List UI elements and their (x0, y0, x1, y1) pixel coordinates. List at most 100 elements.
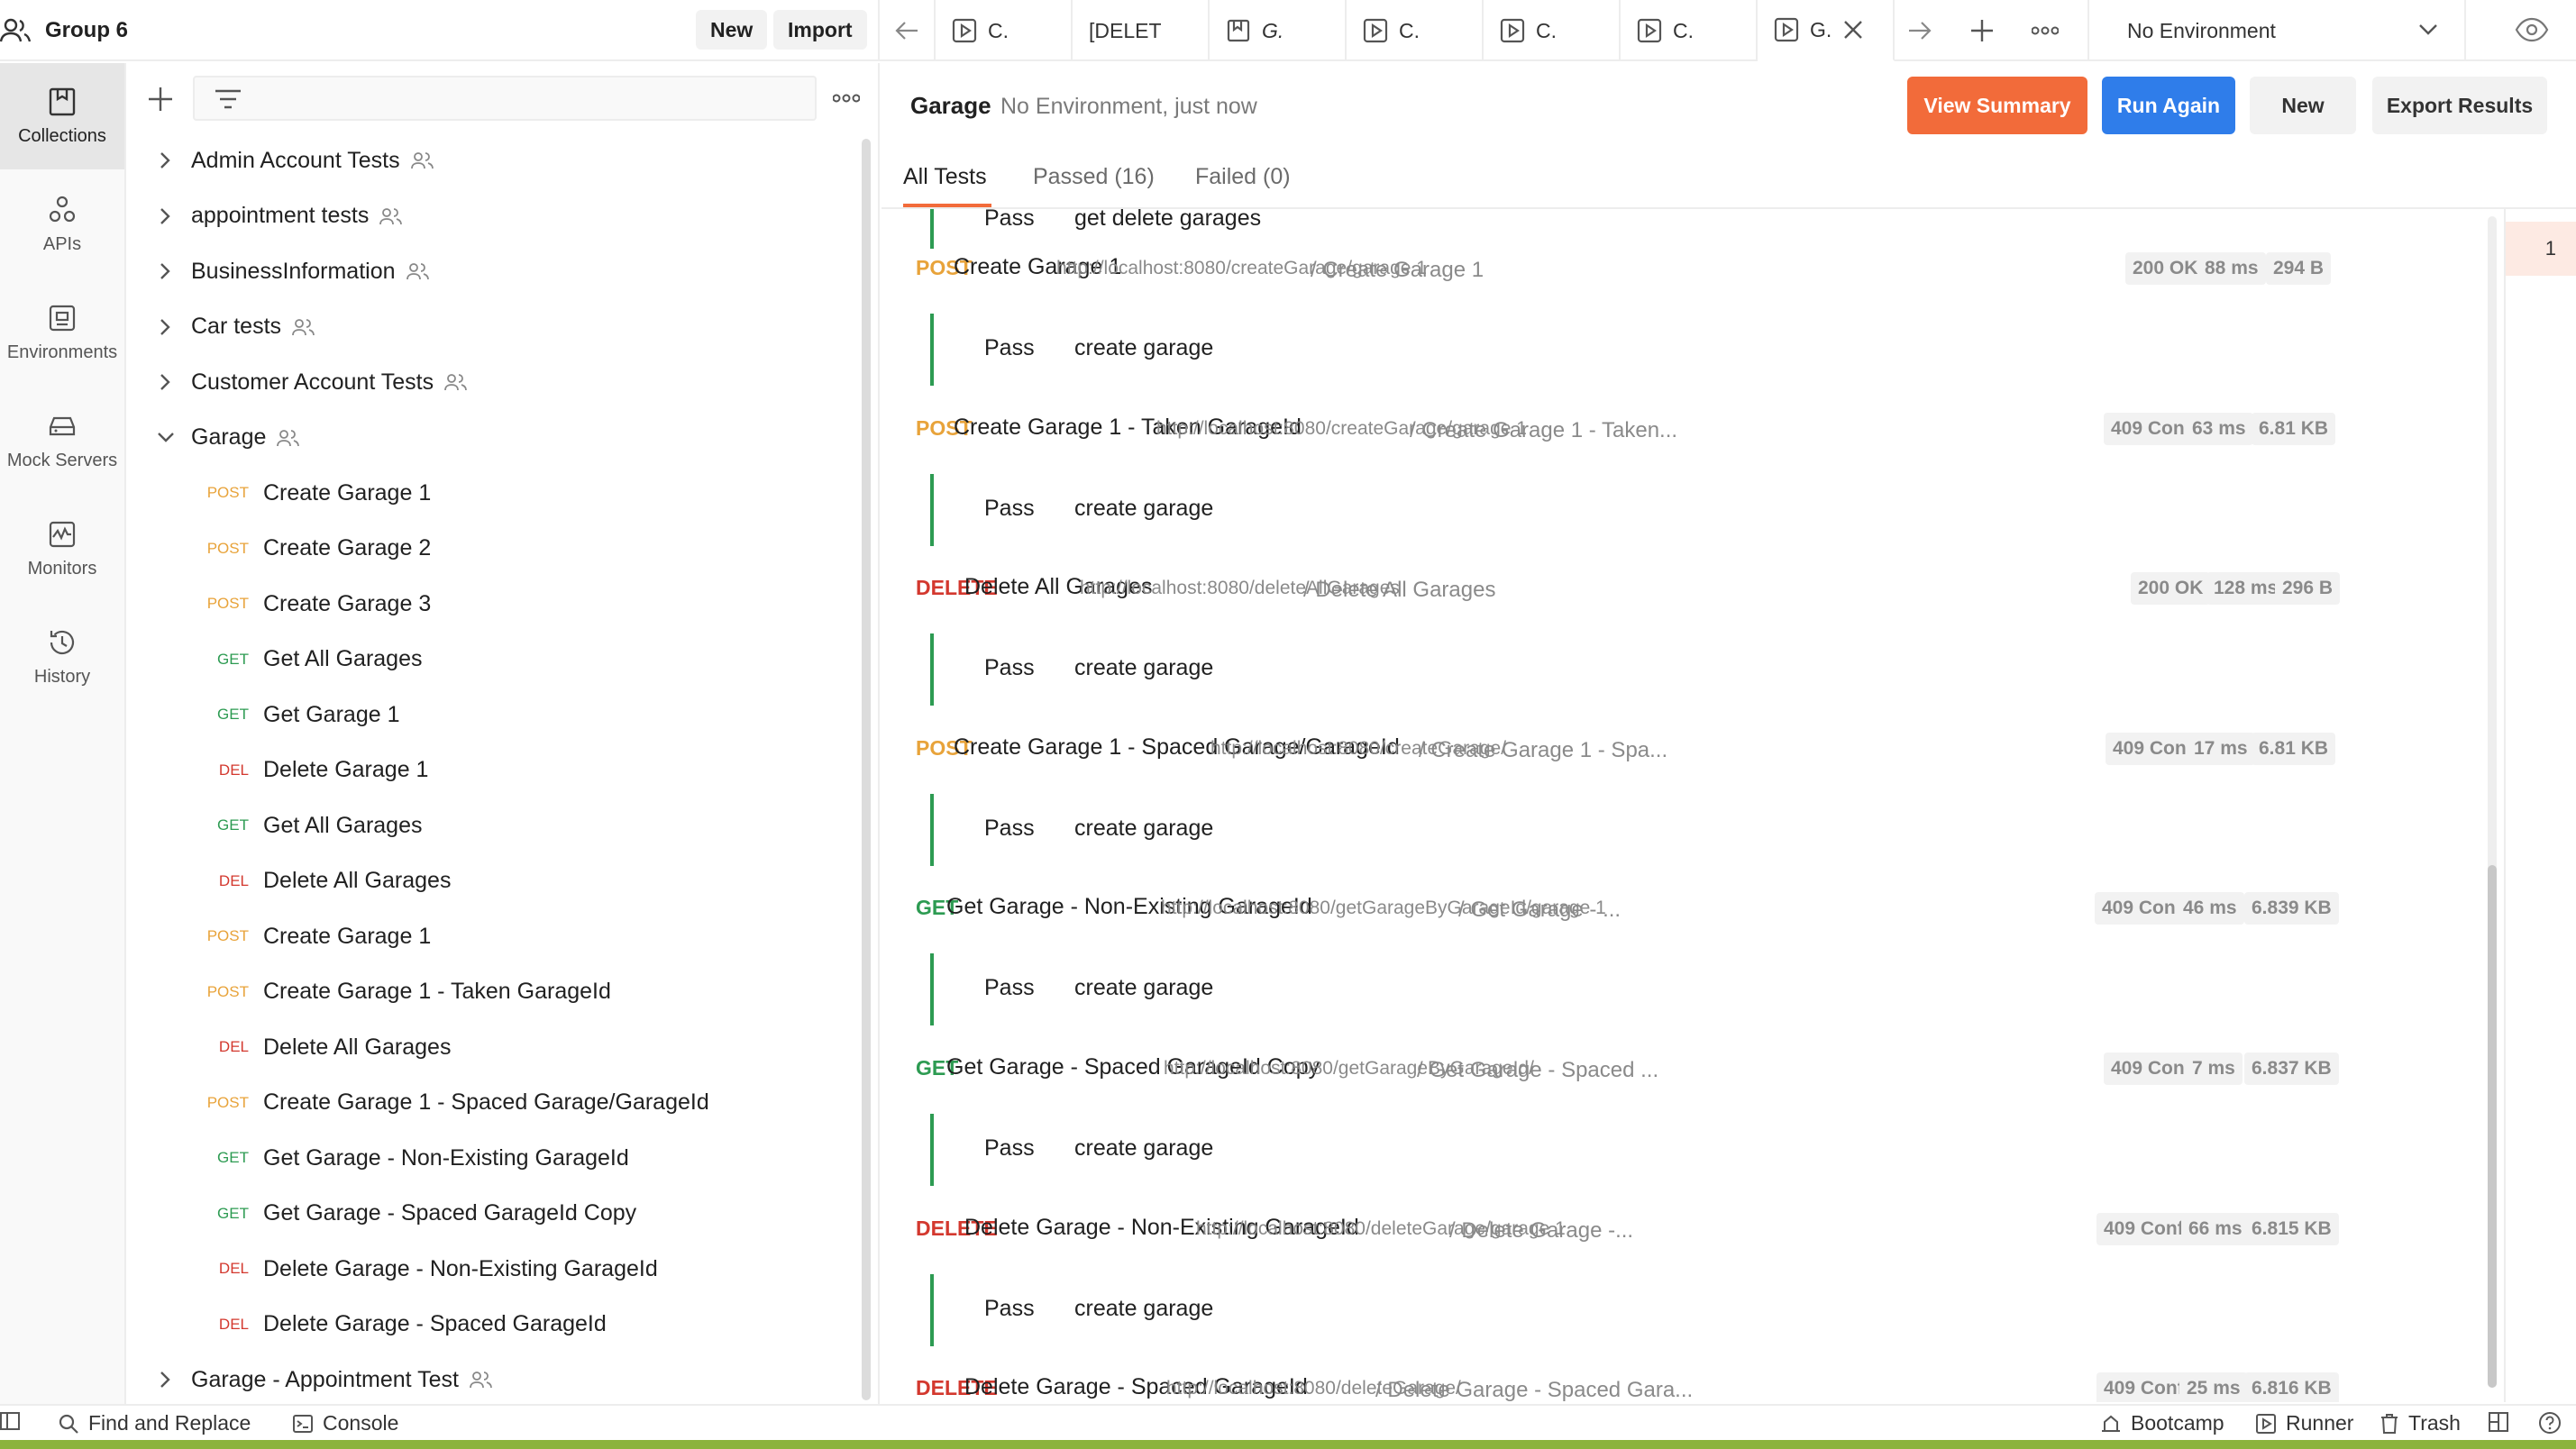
status-bar: Find and Replace Console Bootcamp Runner… (0, 1404, 2576, 1440)
chevron-right-icon[interactable] (155, 316, 175, 338)
collection-item[interactable]: Garage - Appointment Test (128, 1354, 849, 1405)
rail-label: Collections (18, 125, 106, 146)
request-item[interactable]: DEL Delete Garage - Spaced GarageId (128, 1299, 849, 1350)
results-scroll-thumb[interactable] (2488, 865, 2497, 1388)
import-button[interactable]: Import (773, 10, 867, 50)
monitors-icon (47, 519, 78, 550)
request-result-row[interactable]: POST Create Garage 1 http://localhost:8080… (916, 252, 2484, 292)
status-code-badge[interactable]: 200 OK (2125, 252, 2206, 285)
chevron-down-icon[interactable] (155, 427, 177, 447)
two-pane-icon (2488, 1411, 2509, 1433)
forward-arrow-icon[interactable] (1907, 20, 1932, 41)
request-item[interactable]: DEL Delete Garage - Non-Existing GarageId (128, 1244, 849, 1294)
request-item[interactable]: GET Get All Garages (128, 634, 849, 685)
request-item[interactable]: GET Get Garage - Non-Existing GarageId (128, 1133, 849, 1183)
tab-passed[interactable]: Passed (16) (1033, 164, 1155, 190)
tab-failed[interactable]: Failed (0) (1195, 164, 1291, 190)
new-tab-plus-icon[interactable] (1970, 19, 1994, 42)
rail-environments[interactable]: Environments (0, 279, 124, 386)
environment-select[interactable]: No Environment (2087, 0, 2466, 61)
request-result-row[interactable]: DELETE Delete All Garages http://localhost… (916, 572, 2484, 612)
test-result: Pass create garage (930, 1273, 1651, 1346)
request-item[interactable]: POST Create Garage 2 (128, 524, 849, 574)
collection-item[interactable]: Customer Account Tests (128, 357, 849, 407)
chevron-right-icon[interactable] (155, 1369, 175, 1390)
request-item[interactable]: POST Create Garage 3 (128, 579, 849, 629)
request-result-row[interactable]: POST Create Garage 1 - Taken GarageId http… (916, 412, 2484, 452)
filter-input[interactable] (193, 76, 817, 121)
chevron-right-icon[interactable] (155, 205, 175, 227)
request-result-row[interactable]: POST Create Garage 1 - Spaced Garage/Gara… (916, 732, 2484, 772)
request-item[interactable]: DEL Delete All Garages (128, 1022, 849, 1072)
sidebar-toolbar (128, 63, 878, 135)
chevron-right-icon[interactable] (155, 260, 175, 282)
bootcamp-button[interactable]: Bootcamp (2100, 1411, 2224, 1435)
run-again-button[interactable]: Run Again (2102, 77, 2235, 134)
tab-runner-active[interactable]: G. (1758, 0, 1895, 61)
response-size-badge: 294 B (2266, 252, 2332, 285)
bootcamp-icon (2100, 1413, 2122, 1435)
tabs-back-arrow[interactable] (882, 0, 936, 61)
find-replace-button[interactable]: Find and Replace (58, 1411, 251, 1435)
view-summary-button[interactable]: View Summary (1907, 77, 2087, 134)
collection-item[interactable]: Garage (128, 413, 849, 463)
collection-item[interactable]: Admin Account Tests (128, 135, 849, 186)
request-result-row[interactable]: GET Get Garage - Spaced GarageId Copy http… (916, 1053, 2484, 1092)
tab-runner-2[interactable]: C. (1347, 0, 1484, 61)
chevron-right-icon[interactable] (155, 150, 175, 171)
iteration-number[interactable]: 1 (2506, 222, 2576, 276)
request-item[interactable]: POST Create Garage 1 - Spaced Garage/Gara… (128, 1078, 849, 1128)
request-result-row[interactable]: DELETE Delete Garage - Non-Existing Garag… (916, 1212, 2484, 1253)
sidebar-more-icon[interactable] (833, 94, 860, 103)
tab-runner-4[interactable]: C. (1621, 0, 1758, 61)
export-results-button[interactable]: Export Results (2372, 77, 2547, 134)
status-code-badge[interactable]: 200 OK (2131, 572, 2211, 606)
request-result-row[interactable]: DELETE Delete Garage - Spaced GarageId htt… (916, 1372, 2484, 1402)
request-item[interactable]: POST Create Garage 1 - Taken GarageId (128, 967, 849, 1017)
test-name: create garage (1074, 815, 1214, 841)
request-item[interactable]: GET Get All Garages (128, 800, 849, 851)
results-scrollbar[interactable] (2488, 216, 2497, 1388)
rail-collections[interactable]: Collections (0, 63, 124, 169)
tab-runner-1[interactable]: C. (936, 0, 1073, 61)
help-button[interactable] (2538, 1411, 2562, 1435)
chevron-right-icon[interactable] (155, 371, 175, 393)
environment-quick-look-icon[interactable] (2515, 13, 2549, 47)
rail-monitors[interactable]: Monitors (0, 496, 124, 602)
toggle-sidebar-button[interactable] (0, 1411, 20, 1431)
tab-runner-3[interactable]: C. (1484, 0, 1621, 61)
request-item[interactable]: DEL Delete All Garages (128, 856, 849, 907)
tab-collection[interactable]: G. (1210, 0, 1347, 61)
more-tabs-icon[interactable] (2032, 26, 2059, 35)
request-item[interactable]: DEL Delete Garage 1 (128, 745, 849, 796)
test-result: Pass create garage (930, 473, 1651, 546)
new-button[interactable]: New (696, 10, 768, 50)
rail-apis[interactable]: APIs (0, 171, 124, 278)
console-button[interactable]: Console (292, 1411, 398, 1435)
close-icon[interactable] (1842, 19, 1864, 41)
collection-item[interactable]: appointment tests (128, 191, 849, 242)
runner-icon (1363, 18, 1388, 43)
request-item[interactable]: POST Create Garage 1 (128, 911, 849, 961)
request-item[interactable]: GET Get Garage - Spaced GarageId Copy (128, 1189, 849, 1239)
workspace-name[interactable]: Group 6 (45, 18, 128, 43)
two-pane-view-button[interactable] (2488, 1411, 2509, 1433)
new-run-button[interactable]: New (2250, 77, 2356, 134)
tab-all-tests[interactable]: All Tests (903, 164, 987, 190)
runner-button[interactable]: Runner (2255, 1411, 2353, 1435)
request-item[interactable]: POST Create Garage 1 (128, 468, 849, 518)
test-result: Pass create garage (930, 633, 1651, 706)
rail-mock-servers[interactable]: Mock Servers (0, 387, 124, 494)
rail-history[interactable]: History (0, 604, 124, 710)
collection-item[interactable]: Car tests (128, 302, 849, 352)
request-item[interactable]: GET Get Garage 1 (128, 689, 849, 740)
response-time-badge: 46 ms (2176, 892, 2244, 925)
trash-button[interactable]: Trash (2380, 1411, 2461, 1435)
sidebar-scrollbar[interactable] (862, 139, 871, 1400)
response-time-badge: 128 ms (2206, 572, 2286, 606)
request-result-row[interactable]: GET Get Garage - Non-Existing GarageId htt… (916, 892, 2484, 932)
tab-delete-request[interactable]: [DELET (1073, 0, 1210, 61)
collection-item[interactable]: BusinessInformation (128, 246, 849, 296)
request-name: Create Garage 2 (263, 535, 432, 560)
add-collection-plus-icon[interactable] (148, 87, 173, 112)
